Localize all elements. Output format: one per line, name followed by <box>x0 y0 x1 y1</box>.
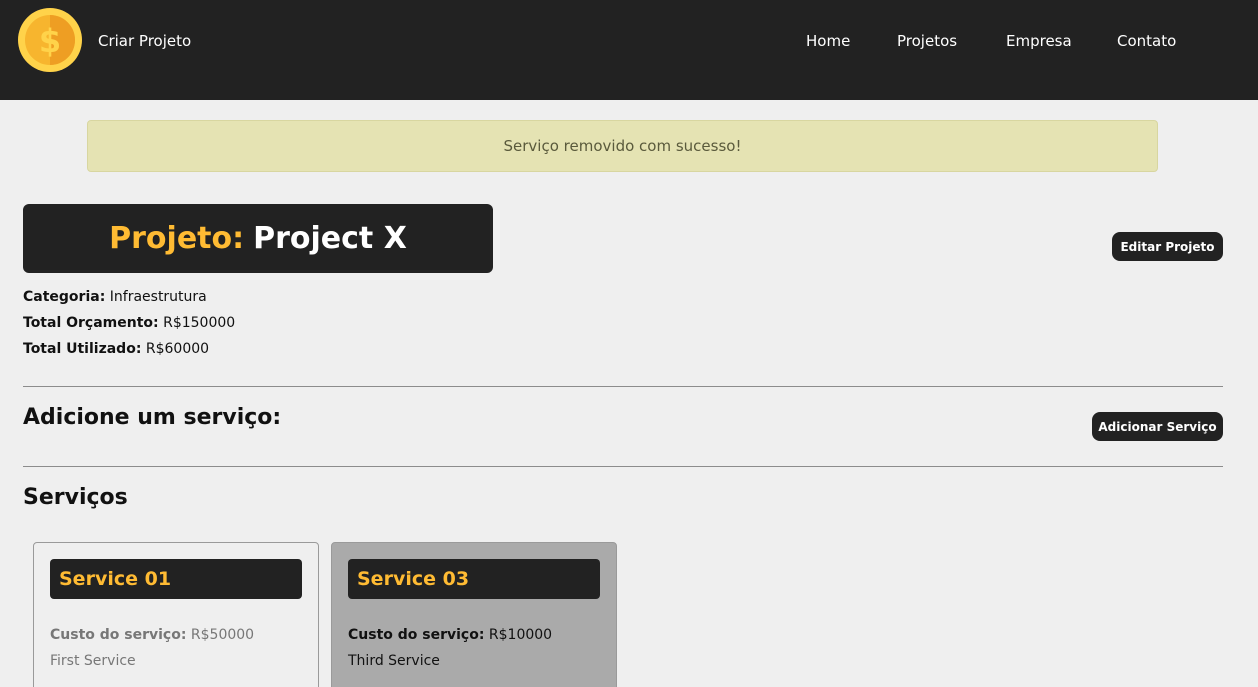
service-cost-value: R$10000 <box>488 627 553 643</box>
used-label: Total Utilizado: <box>23 341 142 357</box>
budget-label: Total Orçamento: <box>23 315 159 331</box>
nav-link-projetos[interactable]: Projetos <box>897 32 957 50</box>
nav-link-home[interactable]: Home <box>806 32 850 50</box>
service-cost-label: Custo do serviço: <box>348 627 485 643</box>
service-card-cost: Custo do serviço: R$50000 <box>50 627 254 643</box>
service-card[interactable]: Service 03 Custo do serviço: R$10000 Thi… <box>331 542 617 687</box>
navbar: $ Criar Projeto Home Projetos Empresa Co… <box>0 0 1258 100</box>
divider <box>23 466 1223 467</box>
service-card[interactable]: Service 01 Custo do serviço: R$50000 Fir… <box>33 542 319 687</box>
service-card-description: Third Service <box>348 653 440 669</box>
project-used: Total Utilizado: R$60000 <box>23 341 209 357</box>
category-label: Categoria: <box>23 289 106 305</box>
success-message: Serviço removido com sucesso! <box>87 120 1158 172</box>
success-message-text: Serviço removido com sucesso! <box>503 137 742 155</box>
service-card-title: Service 01 <box>50 559 302 599</box>
project-category: Categoria: Infraestrutura <box>23 289 207 305</box>
service-card-description: First Service <box>50 653 136 669</box>
edit-project-button[interactable]: Editar Projeto <box>1112 232 1223 261</box>
service-cost-value: R$50000 <box>190 627 255 643</box>
brand-link[interactable]: Criar Projeto <box>98 32 191 50</box>
project-budget: Total Orçamento: R$150000 <box>23 315 235 331</box>
service-card-title: Service 03 <box>348 559 600 599</box>
add-service-heading: Adicione um serviço: <box>23 405 282 430</box>
service-card-cost: Custo do serviço: R$10000 <box>348 627 552 643</box>
service-cost-label: Custo do serviço: <box>50 627 187 643</box>
budget-value: R$150000 <box>163 315 236 331</box>
services-heading: Serviços <box>23 485 128 510</box>
add-service-button[interactable]: Adicionar Serviço <box>1092 412 1223 441</box>
nav-link-contato[interactable]: Contato <box>1117 32 1176 50</box>
svg-text:$: $ <box>39 22 61 60</box>
coin-dollar-icon[interactable]: $ <box>17 7 83 73</box>
project-name: Project X <box>253 221 407 256</box>
divider <box>23 386 1223 387</box>
project-title: Projeto: Project X <box>23 204 493 273</box>
project-title-prefix: Projeto: <box>109 221 245 256</box>
category-value: Infraestrutura <box>109 289 207 305</box>
used-value: R$60000 <box>145 341 210 357</box>
nav-link-empresa[interactable]: Empresa <box>1006 32 1072 50</box>
